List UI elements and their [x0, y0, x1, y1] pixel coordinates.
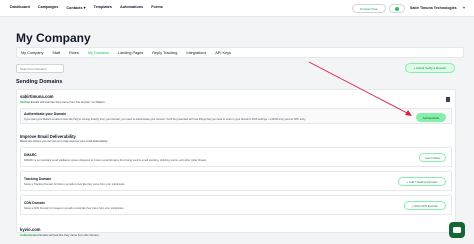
annotation-arrow-icon: [308, 61, 412, 116]
